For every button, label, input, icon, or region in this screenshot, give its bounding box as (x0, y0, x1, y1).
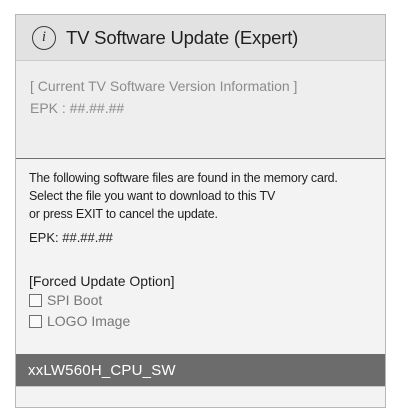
spi-boot-option[interactable]: SPI Boot (29, 290, 385, 310)
software-update-dialog: i TV Software Update (Expert) [ Current … (15, 14, 386, 408)
dialog-titlebar: i TV Software Update (Expert) (16, 15, 385, 61)
forced-update-heading: [Forced Update Option] (29, 273, 175, 289)
logo-image-label: LOGO Image (47, 313, 131, 329)
update-body: The following software files are found i… (16, 159, 385, 407)
message-line-2: Select the file you want to download to … (29, 189, 276, 203)
current-version-section: [ Current TV Software Version Informatio… (16, 61, 385, 156)
file-list-item-selected[interactable]: xxLW560H_CPU_SW (16, 354, 385, 386)
current-epk: EPK : ##.##.## (30, 100, 125, 116)
current-version-heading: [ Current TV Software Version Informatio… (30, 78, 298, 94)
info-icon: i (32, 25, 56, 50)
logo-image-checkbox[interactable] (29, 314, 42, 328)
spi-boot-label: SPI Boot (47, 292, 103, 308)
logo-image-option[interactable]: LOGO Image (29, 311, 385, 331)
found-epk: EPK: ##.##.## (29, 230, 113, 245)
dialog-title: TV Software Update (Expert) (66, 26, 299, 48)
message-line-3: or press EXIT to cancel the update. (29, 207, 218, 221)
file-list-item-empty[interactable] (16, 386, 385, 407)
message-line-1: The following software files are found i… (29, 171, 338, 185)
spi-boot-checkbox[interactable] (29, 293, 42, 307)
